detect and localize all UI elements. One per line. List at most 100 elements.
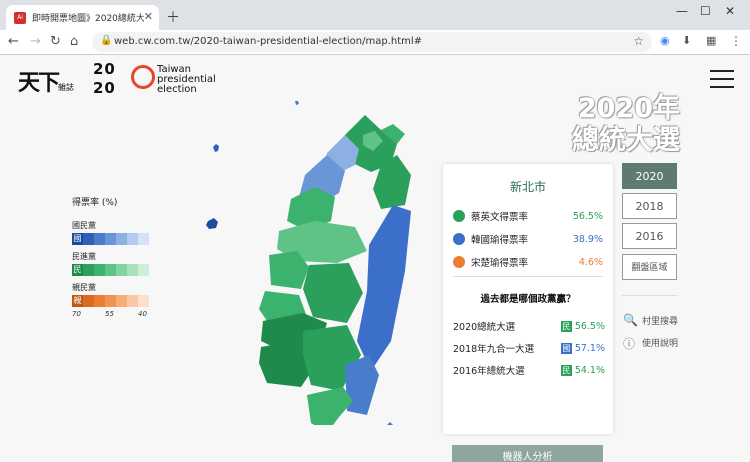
browser-tab[interactable]: Ai 即時開票地圖》2020總統大選 ✕: [6, 5, 159, 30]
candidate-value: 56.5%: [572, 210, 603, 222]
candidate-row: 韓國瑜得票率 38.9%: [453, 232, 603, 246]
map-region-hualien[interactable]: [357, 205, 411, 371]
map-region-lanyu[interactable]: [387, 422, 393, 425]
legend-ticks: 70 55 40: [72, 310, 171, 318]
legend-color-scale: 民: [72, 264, 171, 276]
new-tab-icon[interactable]: ＋: [166, 7, 180, 27]
legend-swatch: 國: [72, 233, 83, 245]
legend-swatch: 民: [72, 264, 83, 276]
address-bar[interactable]: 🔒 web.cw.com.tw/2020-taiwan-presidential…: [92, 32, 652, 52]
logo-sub-text: 雜誌: [58, 83, 75, 92]
legend-swatch: [94, 233, 105, 245]
magnifier-icon: 🔍: [623, 313, 638, 327]
history-value: 54.1%: [574, 364, 605, 376]
map-region-lienchiang[interactable]: [295, 101, 299, 105]
legend-swatch: [127, 233, 138, 245]
history-row: 2020總統大選 民 56.5%: [453, 319, 605, 333]
info-icon: ⓘ: [623, 337, 636, 351]
tools-divider: [622, 295, 677, 296]
legend-heading: 得票率 (%): [72, 198, 118, 208]
legend-swatch: [138, 264, 149, 276]
legend-party-name: 國民黨: [72, 221, 96, 230]
year-button-2020[interactable]: 2020: [622, 163, 677, 189]
bookmark-star-icon[interactable]: ☆: [633, 34, 644, 48]
legend-swatch: [116, 264, 127, 276]
extension-icon[interactable]: ◉: [660, 34, 670, 47]
legend-swatch: [116, 295, 127, 307]
logo-year-top: 20: [93, 60, 116, 78]
candidate-label: 韓國瑜得票率: [471, 235, 529, 246]
village-search-button[interactable]: 🔍 村里搜尋: [623, 313, 678, 327]
legend-swatch: [94, 264, 105, 276]
year-button-2016[interactable]: 2016: [622, 223, 677, 249]
legend-tick: 40: [138, 310, 147, 318]
home-icon[interactable]: ⌂: [70, 34, 78, 49]
history-row: 2016年總統大選 民 54.1%: [453, 363, 605, 377]
minimize-icon[interactable]: —: [676, 4, 688, 18]
candidate-row: 宋楚瑜得票率 4.6%: [453, 255, 603, 269]
legend-party-name: 親民黨: [72, 283, 96, 292]
back-icon[interactable]: ←: [8, 34, 19, 49]
help-button[interactable]: ⓘ 使用說明: [623, 335, 678, 351]
flip-region-button[interactable]: 翻盤區域: [622, 254, 677, 280]
forward-icon[interactable]: →: [30, 34, 41, 49]
page-content: 天下雜誌 20 20 Taiwan presidential election …: [0, 55, 750, 462]
maximize-icon[interactable]: ☐: [700, 4, 711, 18]
candidate-label: 蔡英文得票率: [471, 212, 529, 223]
candidate-value: 38.9%: [572, 233, 603, 245]
favicon-icon: Ai: [14, 11, 26, 24]
logo-main-text: 天下: [18, 70, 60, 96]
election-logo: 20 20 Taiwan presidential election: [93, 60, 216, 96]
party-badge: 民: [560, 320, 572, 332]
candidate-avatar: [453, 210, 465, 222]
legend-swatch: [105, 264, 116, 276]
menu-dots-icon[interactable]: ⋮: [730, 34, 742, 48]
close-tab-icon[interactable]: ✕: [144, 10, 153, 23]
candidate-row: 蔡英文得票率 56.5%: [453, 209, 603, 223]
robot-analysis-button[interactable]: 機器人分析: [452, 445, 603, 462]
legend-color-scale: 親: [72, 295, 171, 307]
map-region-pingtung[interactable]: [307, 387, 353, 425]
history-value: 57.1%: [574, 342, 605, 354]
mic-icon[interactable]: ⬇: [682, 34, 691, 47]
reload-icon[interactable]: ↻: [50, 34, 61, 49]
selected-city: 新北市: [509, 180, 546, 194]
legend-swatch: [83, 264, 94, 276]
browser-tab-bar: Ai 即時開票地圖》2020總統大選 ✕ ＋ — ☐ ✕: [0, 0, 750, 30]
history-label: 2020總統大選: [453, 322, 516, 333]
history-label: 2018年九合一大選: [453, 344, 535, 355]
map-region-kinmen[interactable]: [213, 144, 219, 152]
taiwan-map[interactable]: [195, 95, 435, 425]
panel-divider: [453, 276, 603, 277]
legend-swatch: [116, 233, 127, 245]
legend-party-name: 民進黨: [72, 252, 96, 261]
logo-text: Taiwan presidential election: [157, 64, 216, 95]
history-question: 過去都是哪個政黨贏？: [480, 294, 576, 305]
legend-tick: 70: [72, 310, 81, 318]
title-line-2: 總統大選: [572, 125, 680, 156]
info-panel: 新北市 蔡英文得票率 56.5% 韓國瑜得票率 38.9% 宋楚瑜得票率 4.6% 過去都…: [443, 164, 613, 462]
map-region-nantou[interactable]: [303, 263, 363, 323]
legend-swatch: [138, 295, 149, 307]
legend: 得票率 (%) 國民黨國民進黨民親民黨親 70 55 40: [72, 195, 171, 318]
extension-calendar-icon[interactable]: ▦: [706, 34, 716, 47]
logo-circle-icon: [131, 65, 155, 89]
legend-swatch: [83, 233, 94, 245]
legend-tick: 55: [105, 310, 114, 318]
legend-swatch: [127, 295, 138, 307]
year-button-2018[interactable]: 2018: [622, 193, 677, 219]
legend-swatch: [105, 233, 116, 245]
legend-swatch: [105, 295, 116, 307]
candidate-avatar: [453, 256, 465, 268]
hamburger-menu-icon[interactable]: [710, 70, 734, 94]
cw-logo[interactable]: 天下雜誌: [18, 65, 74, 97]
browser-toolbar: ← → ↻ ⌂ 🔒 web.cw.com.tw/2020-taiwan-pres…: [0, 30, 750, 55]
party-badge: 國: [560, 342, 572, 354]
url-text: web.cw.com.tw/2020-taiwan-presidential-e…: [114, 36, 423, 47]
title-line-1: 2020年: [577, 93, 680, 124]
window-close-icon[interactable]: ✕: [725, 4, 735, 18]
party-badge: 民: [560, 364, 572, 376]
legend-swatch: 親: [72, 295, 83, 307]
map-region-penghu[interactable]: [206, 218, 218, 229]
history-row: 2018年九合一大選 國 57.1%: [453, 341, 605, 355]
